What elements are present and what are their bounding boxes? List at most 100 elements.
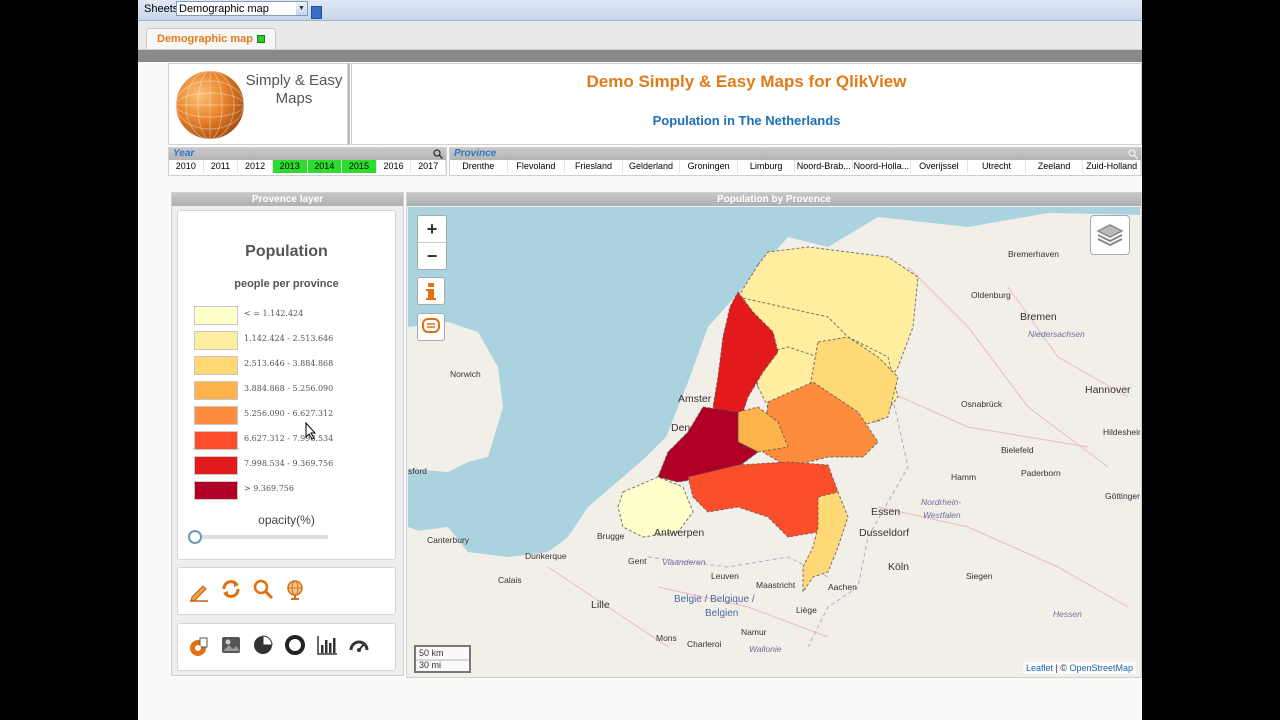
search-icon[interactable] (1128, 149, 1138, 159)
map-place-label: Norwich (450, 369, 481, 379)
map-place-label: Leuven (711, 571, 739, 581)
map-place-label: Hannover (1085, 384, 1131, 396)
legend-title: Population (245, 243, 328, 260)
sheets-dropdown-value: Demographic map (179, 3, 269, 15)
legend-panel-header: Provence layer (172, 193, 403, 206)
sheet-properties-button[interactable] (311, 6, 322, 19)
legend-label: > 9.369.756 (244, 484, 294, 493)
zoom-out-button[interactable]: − (418, 243, 446, 269)
map-place-label: Liège (796, 605, 817, 615)
info-button[interactable] (417, 277, 445, 305)
opacity-label: opacity(%) (258, 513, 315, 527)
province-item[interactable]: Drenthe (450, 160, 508, 173)
map-place-label: Belgie / Belgique / (674, 594, 755, 605)
map-view[interactable]: Bremerhaven Oldenburg Bremen Niedersachsen H… (408, 207, 1140, 676)
legend-panel: Provence layer Population people per pro… (171, 192, 404, 676)
logo-line1: Simply & Easy (245, 72, 343, 89)
gauge-icon[interactable] (348, 634, 370, 656)
map-place-label: Maastricht (756, 580, 796, 590)
divider (138, 50, 1142, 62)
sheets-dropdown[interactable]: Demographic map ▼ (176, 1, 308, 16)
year-list: 2010 2011 2012 2013 2014 2015 2016 2017 (169, 160, 446, 173)
map-place-label: Calais (498, 575, 522, 585)
map-place-label: Charleroi (687, 639, 722, 649)
map-place-label: Lille (591, 599, 610, 611)
legend-swatch (194, 456, 238, 475)
map-place-label: Amster (678, 393, 712, 405)
map-place-label: Den (671, 422, 691, 434)
legend-swatch (194, 306, 238, 325)
province-item[interactable]: Utrecht (968, 160, 1026, 173)
pie-chart-icon[interactable] (252, 634, 274, 656)
image-icon[interactable] (220, 634, 242, 656)
zoom-in-button[interactable]: + (418, 216, 446, 243)
map-place-label: Vlaanderen (662, 557, 706, 567)
year-item[interactable]: 2015 (342, 160, 377, 173)
opacity-slider[interactable] (194, 535, 328, 539)
province-item[interactable]: Zuid-Holland (1083, 160, 1141, 173)
logo-box: Simply & Easy Maps (168, 63, 348, 145)
tab-demographic-map[interactable]: Demographic map (146, 28, 276, 49)
province-item[interactable]: Zeeland (1026, 160, 1084, 173)
province-item[interactable]: Overijssel (911, 160, 969, 173)
map-place-label: Hildesheim (1103, 427, 1140, 437)
province-listbox-title: Province (454, 148, 497, 159)
osm-link[interactable]: OpenStreetMap (1069, 663, 1133, 673)
magnifier-icon[interactable] (252, 578, 274, 600)
year-item[interactable]: 2010 (169, 160, 204, 173)
legend-swatch (194, 331, 238, 350)
logo-text: Simply & Easy Maps (239, 72, 349, 108)
province-listbox-header: Province (450, 148, 1141, 160)
province-list: Drenthe Flevoland Friesland Gelderland Groni… (450, 160, 1141, 173)
province-item[interactable]: Flevoland (508, 160, 566, 173)
province-item[interactable]: Limburg (738, 160, 796, 173)
map-marker-icon[interactable] (188, 636, 210, 658)
visualization-card (177, 623, 396, 671)
year-item[interactable]: 2016 (377, 160, 412, 173)
province-item[interactable]: Groningen (680, 160, 738, 173)
map-place-label: Essen (871, 506, 901, 518)
layers-icon (1096, 224, 1124, 247)
year-item[interactable]: 2014 (307, 160, 343, 173)
map-place-label: Niedersachsen (1028, 329, 1085, 339)
map-canvas[interactable] (408, 207, 1140, 676)
legend-swatch (194, 481, 238, 500)
map-place-label: sford (408, 466, 427, 476)
map-place-label: Köln (888, 561, 910, 573)
year-listbox: Year 2010 2011 2012 2013 2014 2015 2016 2017 (168, 147, 447, 176)
province-item[interactable]: Gelderland (623, 160, 681, 173)
map-place-label: Göttinger (1105, 491, 1140, 501)
year-item[interactable]: 2013 (272, 160, 308, 173)
year-item[interactable]: 2017 (411, 160, 446, 173)
map-place-label: Nordrhein- (921, 497, 962, 507)
sheet-tabs: Demographic map (138, 21, 1142, 50)
layers-button[interactable] (1090, 215, 1130, 255)
year-listbox-title: Year (173, 148, 195, 159)
pencil-icon[interactable] (188, 580, 210, 602)
year-item[interactable]: 2011 (204, 160, 239, 173)
province-item[interactable]: Noord-Brab... (795, 160, 854, 173)
legend-label: 7.998.534 - 9.369.756 (244, 459, 334, 468)
search-icon[interactable] (433, 149, 443, 159)
chevron-down-icon[interactable]: ▼ (296, 2, 307, 15)
donut-chart-icon[interactable] (284, 634, 306, 656)
year-listbox-header: Year (169, 148, 446, 160)
year-item[interactable]: 2012 (238, 160, 273, 173)
attribution-separator: | © (1052, 663, 1070, 673)
map-place-label: Wallonie (749, 644, 782, 654)
map-place-label: Hamm (951, 472, 977, 482)
sheet-canvas: Simply & Easy Maps Demo Simply & Easy Ma… (138, 50, 1142, 720)
leaflet-link[interactable]: Leaflet (1026, 663, 1053, 673)
province-item[interactable]: Friesland (565, 160, 623, 173)
globe-icon[interactable] (284, 578, 306, 600)
bar-chart-icon[interactable] (316, 634, 338, 656)
opacity-slider-handle[interactable] (188, 530, 202, 544)
popup-button[interactable] (417, 313, 445, 341)
title-box: Demo Simply & Easy Maps for QlikView Pop… (351, 63, 1142, 145)
scale-mi: 30 mi (414, 659, 471, 673)
map-attribution: Leaflet | © OpenStreetMap (1022, 662, 1136, 674)
province-item[interactable]: Noord-Holla... (853, 160, 911, 173)
refresh-icon[interactable] (220, 578, 242, 600)
map-place-label: Namur (741, 627, 767, 637)
legend-card: Population people per province < = 1.142… (177, 210, 396, 560)
